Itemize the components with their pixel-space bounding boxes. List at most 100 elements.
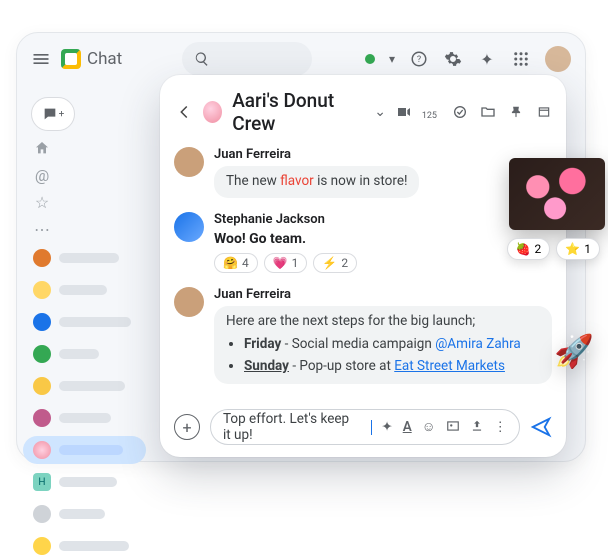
account-avatar[interactable] bbox=[545, 46, 571, 72]
reaction-count: 2 bbox=[535, 242, 542, 256]
day-label: Friday bbox=[244, 336, 281, 352]
sidebar-item[interactable]: H bbox=[23, 468, 146, 496]
send-button[interactable] bbox=[530, 416, 552, 438]
apps-grid-icon[interactable] bbox=[511, 49, 531, 69]
reaction-chip[interactable]: 🍓2 bbox=[507, 238, 551, 260]
rocket-emoji: 🚀 bbox=[554, 332, 594, 370]
reaction-emoji: 🤗 bbox=[223, 256, 238, 270]
back-button[interactable] bbox=[174, 101, 193, 123]
message-bubble: The new flavor is now in store! bbox=[214, 166, 419, 198]
reaction-emoji: ⚡ bbox=[322, 256, 337, 270]
msg-text: - Pop-up store at bbox=[289, 358, 394, 374]
add-attachment-button[interactable]: + bbox=[174, 414, 200, 440]
conversation-actions: 125 bbox=[396, 104, 552, 120]
files-icon[interactable] bbox=[480, 104, 496, 120]
format-icon[interactable]: A bbox=[403, 419, 412, 435]
header-actions: ▾ ? ✦ bbox=[365, 46, 571, 72]
sender-name: Juan Ferreira bbox=[214, 287, 552, 302]
sidebar: + @ ☆ ⋯ H bbox=[17, 93, 152, 451]
message: Stephanie Jackson Woo! Go team. 🤗4 💗1 ⚡2 bbox=[174, 212, 552, 273]
message-text: Woo! Go team. bbox=[214, 231, 552, 247]
emoji-icon[interactable]: ☺ bbox=[422, 419, 436, 435]
message-bubble: Here are the next steps for the big laun… bbox=[214, 306, 552, 385]
members-icon[interactable]: 125 bbox=[424, 104, 440, 120]
floating-reactions: 🍓2 ⭐1 bbox=[507, 238, 600, 260]
compose-input[interactable]: Top effort. Let's keep it up! ✦ A ☺ ⋮ bbox=[210, 409, 520, 445]
sender-name: Juan Ferreira bbox=[214, 147, 552, 162]
list-item: Sunday - Pop-up store at Eat Street Mark… bbox=[244, 357, 540, 377]
home-icon[interactable] bbox=[33, 139, 51, 157]
video-call-icon[interactable] bbox=[396, 104, 412, 120]
mention[interactable]: @Amira Zahra bbox=[435, 336, 521, 352]
reaction-count: 2 bbox=[341, 256, 348, 270]
sidebar-item[interactable] bbox=[23, 404, 146, 432]
sidebar-list: H bbox=[23, 244, 146, 560]
sidebar-item[interactable] bbox=[23, 244, 146, 272]
image-icon[interactable] bbox=[446, 419, 460, 435]
sidebar-item[interactable] bbox=[23, 308, 146, 336]
chat-logo-icon bbox=[61, 49, 81, 69]
sender-avatar[interactable] bbox=[174, 287, 204, 317]
reaction-count: 1 bbox=[292, 256, 299, 270]
link[interactable]: Eat Street Markets bbox=[394, 358, 505, 374]
starred-icon[interactable]: ☆ bbox=[33, 193, 51, 211]
brand-label: Chat bbox=[87, 49, 122, 69]
donuts-photo bbox=[509, 158, 605, 230]
sparkle-icon[interactable]: ✦ bbox=[381, 419, 392, 435]
reaction-chip[interactable]: ⚡2 bbox=[313, 253, 357, 273]
search-input[interactable] bbox=[182, 42, 312, 76]
menu-icon[interactable] bbox=[31, 49, 51, 69]
tasks-icon[interactable] bbox=[452, 104, 468, 120]
sidebar-item[interactable] bbox=[23, 532, 146, 560]
status-caret-icon[interactable]: ▾ bbox=[389, 52, 395, 66]
mentions-icon[interactable]: @ bbox=[33, 166, 51, 184]
sidebar-item[interactable] bbox=[23, 340, 146, 368]
space-avatar[interactable] bbox=[203, 101, 222, 123]
more-icon[interactable]: ⋯ bbox=[33, 220, 51, 238]
reaction-emoji: 🍓 bbox=[516, 242, 531, 256]
more-icon[interactable]: ⋮ bbox=[494, 419, 508, 435]
compose-value: Top effort. Let's keep it up! bbox=[223, 411, 360, 443]
msg-text: Here are the next steps for the big laun… bbox=[226, 313, 475, 329]
sender-avatar[interactable] bbox=[174, 212, 204, 242]
sidebar-item-selected[interactable] bbox=[23, 436, 146, 464]
reaction-emoji: 💗 bbox=[273, 256, 288, 270]
compose-row: + Top effort. Let's keep it up! ✦ A ☺ ⋮ bbox=[174, 409, 552, 445]
help-icon[interactable]: ? bbox=[409, 49, 429, 69]
window-icon[interactable] bbox=[536, 104, 552, 120]
status-active-icon[interactable] bbox=[365, 54, 375, 64]
message: Juan Ferreira The new flavor is now in s… bbox=[174, 147, 552, 198]
brand: Chat bbox=[61, 49, 122, 69]
compose-tools: ✦ A ☺ ⋮ bbox=[381, 419, 507, 435]
reaction-count: 4 bbox=[242, 256, 249, 270]
sparkle-icon[interactable]: ✦ bbox=[477, 49, 497, 69]
reaction-chip[interactable]: ⭐1 bbox=[556, 238, 600, 260]
members-count: 125 bbox=[422, 111, 437, 121]
reaction-chip[interactable]: 💗1 bbox=[264, 253, 308, 273]
sidebar-shortcuts: @ ☆ ⋯ bbox=[23, 139, 146, 238]
reactions-row: 🤗4 💗1 ⚡2 bbox=[214, 253, 552, 273]
day-label: Sunday bbox=[244, 358, 289, 374]
reaction-count: 1 bbox=[584, 242, 591, 256]
upload-icon[interactable] bbox=[470, 419, 484, 435]
svg-text:?: ? bbox=[417, 55, 421, 65]
reaction-emoji: ⭐ bbox=[565, 242, 580, 256]
reaction-chip[interactable]: 🤗4 bbox=[214, 253, 258, 273]
space-menu-caret-icon[interactable]: ⌄ bbox=[374, 104, 386, 120]
message: Juan Ferreira Here are the next steps fo… bbox=[174, 287, 552, 385]
sidebar-item[interactable] bbox=[23, 500, 146, 528]
list-item: Friday - Social media campaign @Amira Za… bbox=[244, 335, 540, 355]
settings-icon[interactable] bbox=[443, 49, 463, 69]
msg-text: - Social media campaign bbox=[281, 336, 435, 352]
space-title[interactable]: Aari's Donut Crew bbox=[232, 89, 362, 135]
msg-text: The new bbox=[226, 173, 280, 189]
sidebar-item[interactable] bbox=[23, 372, 146, 400]
text-caret bbox=[371, 420, 372, 435]
pin-icon[interactable] bbox=[508, 104, 524, 120]
sidebar-item[interactable] bbox=[23, 276, 146, 304]
conversation-header: Aari's Donut Crew ⌄ 125 bbox=[174, 89, 552, 135]
msg-text: is now in store! bbox=[314, 173, 408, 189]
msg-highlight: flavor bbox=[280, 173, 314, 189]
new-chat-button[interactable]: + bbox=[31, 97, 75, 131]
sender-avatar[interactable] bbox=[174, 147, 204, 177]
